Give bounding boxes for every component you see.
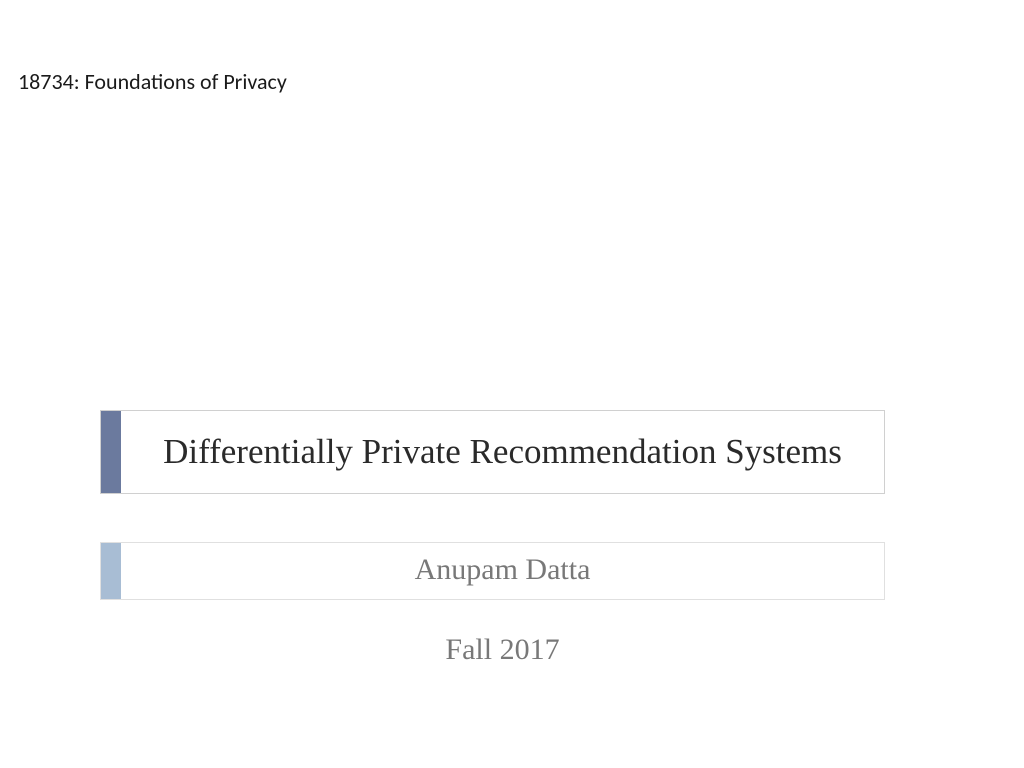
author-name: Anupam Datta xyxy=(121,543,884,599)
title-accent-bar xyxy=(101,411,121,493)
term-spacer xyxy=(100,625,120,675)
slide-title: Differentially Private Recommendation Sy… xyxy=(121,411,884,493)
author-block: Anupam Datta xyxy=(100,542,885,600)
author-accent-bar xyxy=(101,543,121,599)
term-label: Fall 2017 xyxy=(120,625,885,675)
term-block: Fall 2017 xyxy=(100,625,885,675)
title-block: Differentially Private Recommendation Sy… xyxy=(100,410,885,494)
course-header: 18734: Foundations of Privacy xyxy=(18,68,287,95)
